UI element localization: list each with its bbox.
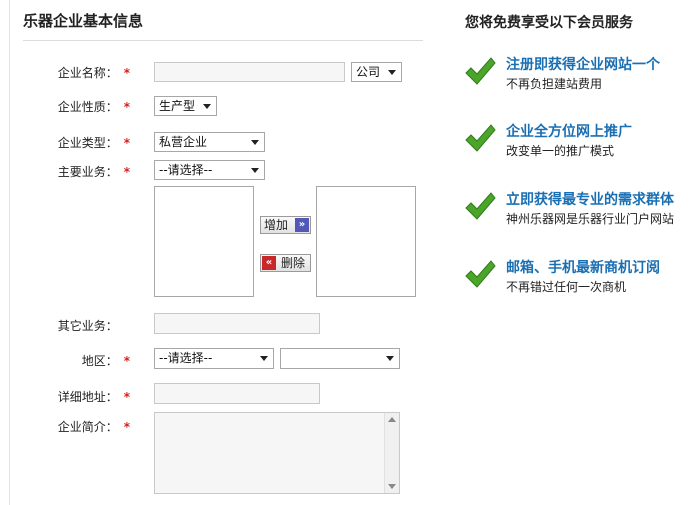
company-name-label: 企业名称： * <box>57 66 130 80</box>
required-mark: * <box>123 165 130 179</box>
required-mark: * <box>123 100 130 114</box>
company-type-select[interactable]: 私营企业 <box>154 132 265 152</box>
benefit-title: 邮箱、手机最新商机订阅 <box>506 260 660 276</box>
company-type-label: 企业类型： * <box>57 136 130 150</box>
required-mark: * <box>123 420 130 434</box>
title-divider <box>23 40 423 41</box>
scroll-down-icon <box>388 484 396 489</box>
chevron-down-icon <box>386 356 394 361</box>
required-mark: * <box>123 390 130 404</box>
region-label: 地区： * <box>81 354 130 368</box>
required-mark: * <box>123 136 130 150</box>
benefit-desc: 神州乐器网是乐器行业门户网站 <box>506 212 675 226</box>
company-name-input[interactable] <box>154 62 345 82</box>
required-mark: * <box>123 354 130 368</box>
other-business-label: 其它业务：* <box>57 319 118 333</box>
company-intro-label: 企业简介： * <box>57 420 130 434</box>
benefit-title: 立即获得最专业的需求群体 <box>506 192 674 208</box>
company-suffix-select[interactable]: 公司 <box>351 62 402 82</box>
address-input[interactable] <box>154 383 320 404</box>
company-intro-textarea[interactable] <box>154 412 400 494</box>
business-source-list[interactable] <box>154 186 254 297</box>
business-selected-list[interactable] <box>316 186 416 297</box>
other-business-input[interactable] <box>154 313 320 334</box>
checkmark-icon <box>465 192 496 220</box>
address-label: 详细地址： * <box>57 390 130 404</box>
benefit-title: 注册即获得企业网站一个 <box>506 57 660 73</box>
benefit-desc: 改变单一的推广模式 <box>506 144 615 158</box>
chevron-down-icon <box>388 70 396 75</box>
required-mark: * <box>123 66 130 80</box>
benefits-headline: 您将免费享受以下会员服务 <box>465 15 633 31</box>
benefit-desc: 不再错过任何一次商机 <box>506 280 627 294</box>
region-city-select[interactable] <box>280 348 400 369</box>
company-nature-label: 企业性质： * <box>57 100 130 114</box>
benefit-desc: 不再负担建站费用 <box>506 77 603 91</box>
region-province-select[interactable]: --请选择-- <box>154 348 274 369</box>
chevron-down-icon <box>260 356 268 361</box>
double-chevron-left-icon: « <box>262 256 276 270</box>
delete-business-button[interactable]: « 删除 <box>260 254 311 272</box>
chevron-down-icon <box>251 140 259 145</box>
textarea-scrollbar[interactable] <box>384 413 399 493</box>
checkmark-icon <box>465 57 496 85</box>
main-business-select[interactable]: --请选择-- <box>154 160 265 180</box>
double-chevron-right-icon: » <box>295 218 309 232</box>
add-business-button[interactable]: 增加 » <box>260 216 311 234</box>
checkmark-icon <box>465 124 496 152</box>
section-title: 乐器企业基本信息 <box>23 12 144 30</box>
benefit-title: 企业全方位网上推广 <box>506 124 632 140</box>
company-nature-select[interactable]: 生产型 <box>154 96 217 116</box>
main-business-label: 主要业务： * <box>57 165 130 179</box>
checkmark-icon <box>465 260 496 288</box>
chevron-down-icon <box>203 104 211 109</box>
chevron-down-icon <box>251 168 259 173</box>
scroll-up-icon <box>388 417 396 422</box>
